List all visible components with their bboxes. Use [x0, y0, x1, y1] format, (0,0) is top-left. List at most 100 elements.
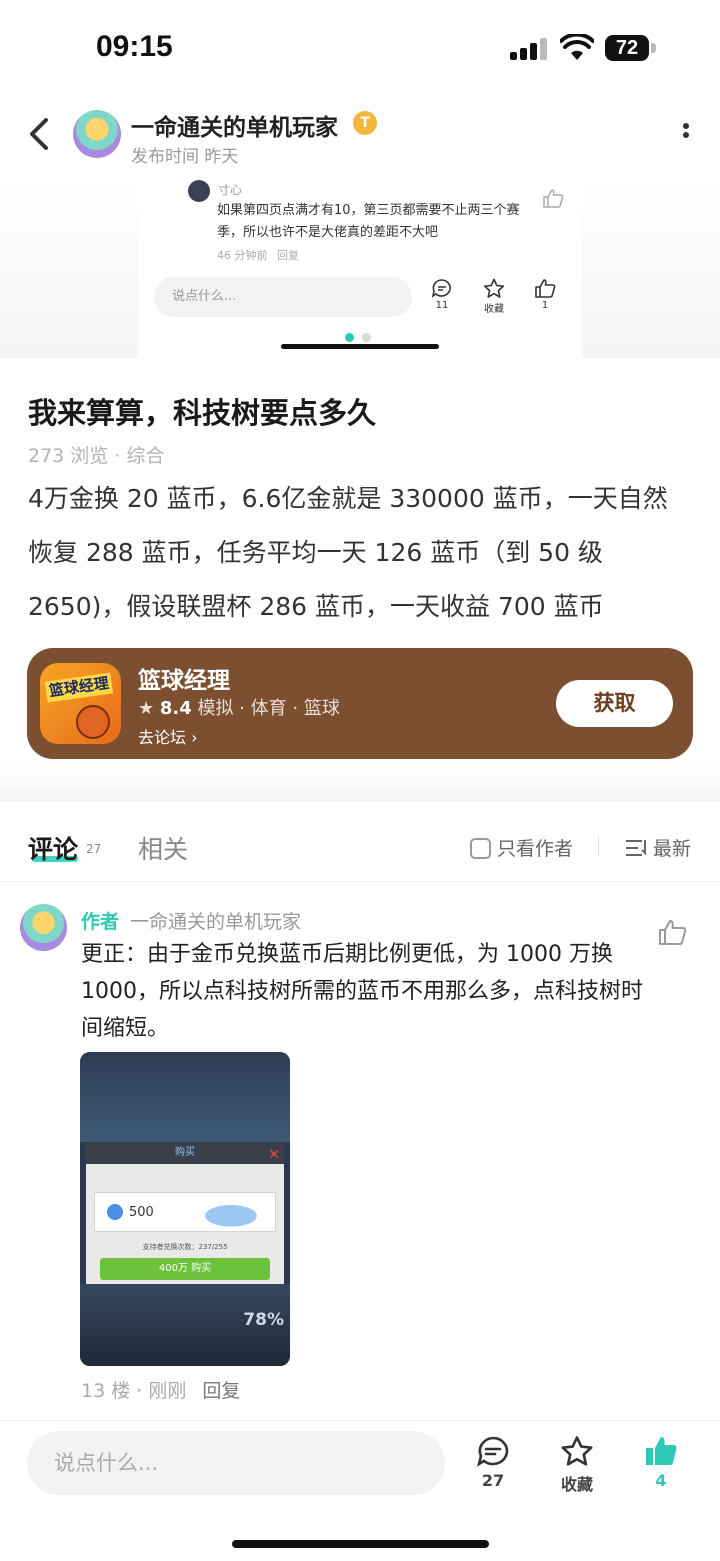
- comment-reply-button[interactable]: 回复: [202, 1380, 240, 1402]
- preview-star-icon: [483, 278, 505, 298]
- comment-text: 更正：由于金币兑换蓝币后期比例更低，为 1000 万换 1000，所以点科技树所…: [81, 942, 643, 1041]
- comment-like-icon[interactable]: [657, 918, 687, 946]
- status-time: 09:15: [96, 30, 173, 63]
- comment-time: 刚刚: [148, 1380, 187, 1402]
- preview-commenter-name: 寸心: [218, 183, 243, 197]
- post-meta: 273 浏览 · 综合: [28, 441, 164, 468]
- favorite-button[interactable]: 收藏: [547, 1435, 607, 1495]
- game-forum-label: 去论坛: [138, 728, 187, 747]
- comment-floor: 13 楼: [81, 1380, 131, 1402]
- preview-like-count: 1: [541, 300, 549, 311]
- thumbs-up-filled-icon: [646, 1437, 677, 1465]
- game-icon-text: 篮球经理: [44, 672, 114, 703]
- post-header: 一命通关的单机玩家 T 发布时间 昨天: [0, 96, 720, 174]
- author-badge-icon: T: [353, 111, 377, 135]
- comment-tabs: 评论 27 相关 只看作者 最新: [0, 802, 720, 882]
- author-avatar[interactable]: [73, 110, 121, 158]
- comment-meta-dot: ·: [136, 1380, 149, 1402]
- like-count: 4: [655, 1471, 667, 1490]
- image-coin-box: 500: [94, 1192, 276, 1232]
- game-score: 8.4: [159, 698, 192, 719]
- battery-icon: 72: [605, 35, 649, 61]
- comments-button[interactable]: 27: [463, 1435, 523, 1490]
- image-dialog-title: 购买 ✕: [86, 1142, 284, 1164]
- comment-author-avatar[interactable]: [20, 904, 67, 951]
- home-indicator: [232, 1540, 489, 1548]
- game-card[interactable]: 篮球经理 篮球经理 ★ 8.4 模拟 · 体育 · 篮球 去论坛 › 获取: [27, 648, 693, 759]
- more-options-icon[interactable]: [676, 120, 696, 150]
- preview-comment-input: 说点什么...: [154, 277, 412, 317]
- post-title: 我来算算，科技树要点多久: [28, 396, 377, 430]
- author-only-toggle[interactable]: 只看作者: [470, 834, 573, 861]
- game-icon[interactable]: 篮球经理: [40, 663, 121, 744]
- comment-image[interactable]: 购买 ✕ 500 支持者兑换次数：237/255 400万 购买 78%: [80, 1052, 290, 1366]
- author-only-label: 只看作者: [497, 838, 574, 860]
- get-game-button[interactable]: 获取: [556, 680, 673, 727]
- post-category[interactable]: 综合: [126, 445, 164, 467]
- preview-favorite-label: 收藏: [484, 304, 504, 315]
- preview-comment-time: 46 分钟前: [217, 249, 268, 262]
- blue-coin-icon: [107, 1204, 123, 1220]
- preview-comment-text: 如果第四页点满才有10，第三页都需要不止两三个赛季，所以也许不是大佬真的差距不大…: [217, 203, 520, 240]
- author-tag: 作者: [81, 911, 120, 933]
- star-icon: ★: [138, 698, 155, 719]
- carousel-dot: [362, 333, 371, 342]
- status-bar: 09:15 72: [0, 0, 720, 96]
- image-game-background: [80, 1052, 290, 1142]
- cellular-signal-icon: [510, 38, 548, 60]
- sort-dropdown[interactable]: 最新: [625, 834, 691, 861]
- preview-card: 寸心 如果第四页点满才有10，第三页都需要不止两三个赛季，所以也许不是大佬真的差…: [138, 174, 582, 358]
- preview-like-icon: [543, 189, 564, 208]
- author-name[interactable]: 一命通关的单机玩家: [131, 108, 338, 142]
- preview-favorite-action: 收藏: [474, 278, 514, 315]
- tab-comments[interactable]: 评论: [28, 830, 78, 866]
- game-name[interactable]: 篮球经理: [138, 661, 230, 695]
- image-percent: 78%: [243, 1310, 284, 1330]
- comment-input[interactable]: 说点什么...: [27, 1431, 445, 1495]
- bottom-action-bar: 说点什么... 27 收藏 4: [0, 1420, 720, 1561]
- close-icon: ✕: [268, 1147, 280, 1163]
- publish-value: 昨天: [204, 147, 239, 167]
- favorite-label: 收藏: [560, 1475, 593, 1494]
- preview-thumb-icon: [535, 279, 556, 298]
- preview-comment-meta: 46 分钟前 回复: [217, 247, 299, 263]
- wifi-icon: [560, 34, 594, 60]
- comment-author-name[interactable]: 一命通关的单机玩家: [130, 907, 301, 934]
- post-meta-dot: ·: [114, 445, 127, 467]
- preview-home-indicator: [281, 344, 439, 349]
- game-rating: ★ 8.4 模拟 · 体育 · 篮球: [138, 694, 340, 720]
- carousel-dot-active: [345, 333, 354, 342]
- game-tags: 模拟 · 体育 · 篮球: [197, 698, 340, 719]
- star-outline-icon: [561, 1436, 593, 1466]
- tab-comments-count: 27: [86, 842, 102, 856]
- tab-divider: [598, 836, 599, 856]
- game-forum-link[interactable]: 去论坛 ›: [138, 724, 198, 748]
- image-buy-button: 400万 购买: [100, 1258, 270, 1280]
- basketball-icon: [76, 705, 110, 739]
- tab-related[interactable]: 相关: [138, 830, 188, 866]
- battery-tip: [651, 43, 656, 53]
- chevron-right-icon: ›: [191, 728, 198, 747]
- publish-time: 发布时间 昨天: [131, 142, 238, 167]
- publish-label: 发布时间: [131, 147, 199, 167]
- preview-commenter-avatar: [188, 180, 210, 202]
- coin-pile-icon: [191, 1199, 271, 1227]
- comments-count: 27: [481, 1471, 505, 1490]
- sort-label: 最新: [653, 838, 692, 860]
- checkbox-icon[interactable]: [470, 838, 491, 859]
- image-coin-amount: 500: [129, 1205, 154, 1220]
- comment-icon: [476, 1436, 509, 1467]
- preview-comment-count: 11: [435, 300, 449, 311]
- post-content: 4万金换 20 蓝币，6.6亿金就是 330000 蓝币，一天自然恢复 288 …: [28, 484, 668, 621]
- post-views: 273 浏览: [28, 445, 109, 467]
- post-image-preview[interactable]: 寸心 如果第四页点满才有10，第三页都需要不止两三个赛季，所以也许不是大佬真的差…: [0, 174, 720, 358]
- image-bottom-background: 78%: [80, 1284, 290, 1366]
- sort-list-icon: [626, 840, 646, 856]
- image-note: 支持者兑换次数：237/255: [142, 1243, 228, 1251]
- comment-meta: 13 楼 · 刚刚 回复: [81, 1376, 240, 1403]
- back-icon[interactable]: [22, 112, 62, 156]
- preview-comment-icon: [431, 279, 451, 298]
- section-divider: [0, 790, 720, 802]
- like-button[interactable]: 4: [631, 1435, 691, 1490]
- preview-comment-action: 11: [422, 278, 462, 311]
